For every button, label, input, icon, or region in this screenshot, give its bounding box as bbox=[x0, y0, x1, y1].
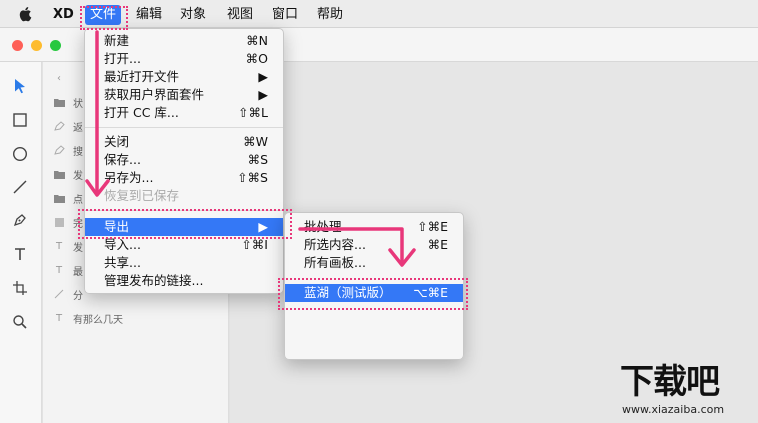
rectangle-tool[interactable] bbox=[8, 108, 32, 132]
zoom-window-button[interactable] bbox=[50, 40, 61, 51]
text-icon: T bbox=[55, 312, 63, 324]
chevron-left-icon[interactable]: ‹ bbox=[53, 73, 65, 84]
menu-help[interactable]: 帮助 bbox=[312, 5, 348, 25]
chevron-right-icon: ▶ bbox=[258, 69, 268, 84]
close-window-button[interactable] bbox=[12, 40, 23, 51]
rectangle-icon bbox=[53, 217, 65, 227]
menu-item-share[interactable]: 共享... bbox=[85, 254, 283, 272]
line-icon bbox=[53, 289, 65, 299]
select-tool[interactable] bbox=[8, 74, 32, 98]
menu-item-manage-links[interactable]: 管理发布的链接... bbox=[85, 272, 283, 290]
menu-item-open-cc-library[interactable]: 打开 CC 库... ⇧⌘L bbox=[85, 104, 283, 122]
chevron-right-icon: ▶ bbox=[258, 87, 268, 102]
artboard-tool[interactable] bbox=[8, 276, 32, 300]
magnifier-icon bbox=[13, 315, 27, 329]
folder-icon bbox=[53, 97, 65, 107]
text-icon: T bbox=[55, 264, 63, 276]
menu-item-get-ui-kits[interactable]: 获取用户界面套件 ▶ bbox=[85, 86, 283, 104]
menu-item-close[interactable]: 关闭 ⌘W bbox=[85, 133, 283, 151]
text-icon bbox=[15, 248, 25, 260]
artboard-icon bbox=[13, 281, 27, 295]
layer-label: 有那么几天 bbox=[73, 314, 123, 326]
ellipse-icon bbox=[12, 146, 28, 162]
menu-item-open-recent[interactable]: 最近打开文件 ▶ bbox=[85, 68, 283, 86]
layer-label: 发 bbox=[73, 170, 83, 182]
line-tool[interactable] bbox=[8, 175, 32, 199]
menu-separator bbox=[85, 127, 283, 128]
menu-item-batch[interactable]: 批处理 ⇧⌘E bbox=[285, 218, 463, 236]
watermark-logo: 下载吧 www.xiazaiba.com bbox=[620, 362, 725, 416]
layer-label: 状 bbox=[73, 98, 83, 110]
layer-label: 搜 bbox=[73, 146, 83, 158]
pointer-icon bbox=[15, 79, 25, 94]
zoom-tool[interactable] bbox=[8, 310, 32, 334]
layer-row[interactable]: T 有那么几天 bbox=[43, 306, 229, 330]
text-tool[interactable] bbox=[8, 242, 32, 266]
folder-icon bbox=[53, 169, 65, 179]
pen-tool[interactable] bbox=[8, 208, 32, 232]
annotation-box-lanhu bbox=[278, 278, 468, 310]
menu-edit[interactable]: 编辑 bbox=[131, 5, 167, 25]
layer-label: 分 bbox=[73, 290, 83, 302]
annotation-box-export bbox=[78, 209, 292, 239]
file-menu: 新建 ⌘N 打开... ⌘O 最近打开文件 ▶ 获取用户界面套件 ▶ 打开 CC 库..… bbox=[84, 28, 284, 294]
menu-window[interactable]: 窗口 bbox=[267, 5, 303, 25]
menu-item-all-artboards[interactable]: 所有画板... bbox=[285, 254, 463, 272]
folder-icon bbox=[53, 193, 65, 203]
annotation-box-file-menu bbox=[80, 6, 128, 30]
menu-item-selected[interactable]: 所选内容... ⌘E bbox=[285, 236, 463, 254]
tool-panel bbox=[0, 62, 42, 423]
minimize-window-button[interactable] bbox=[31, 40, 42, 51]
pen-icon bbox=[53, 145, 65, 155]
layer-label: 点 bbox=[73, 194, 83, 206]
menu-view[interactable]: 视图 bbox=[222, 5, 258, 25]
menu-item-open[interactable]: 打开... ⌘O bbox=[85, 50, 283, 68]
menu-item-save-as[interactable]: 另存为... ⇧⌘S bbox=[85, 169, 283, 187]
pen-icon bbox=[53, 121, 65, 131]
rectangle-icon bbox=[13, 113, 27, 127]
apple-icon[interactable] bbox=[18, 6, 32, 22]
ellipse-tool[interactable] bbox=[8, 142, 32, 166]
layer-label: 最 bbox=[73, 266, 83, 278]
menu-item-new[interactable]: 新建 ⌘N bbox=[85, 32, 283, 50]
menu-object[interactable]: 对象 bbox=[175, 5, 211, 25]
text-icon: T bbox=[55, 240, 63, 252]
line-icon bbox=[13, 180, 27, 194]
menu-item-save[interactable]: 保存... ⌘S bbox=[85, 151, 283, 169]
menu-item-revert: 恢复到已保存 bbox=[104, 188, 180, 203]
layer-label: 返 bbox=[73, 122, 83, 134]
pen-icon bbox=[13, 214, 26, 227]
menu-app-xd[interactable]: XD bbox=[48, 5, 79, 25]
layer-label: 发 bbox=[73, 242, 83, 254]
